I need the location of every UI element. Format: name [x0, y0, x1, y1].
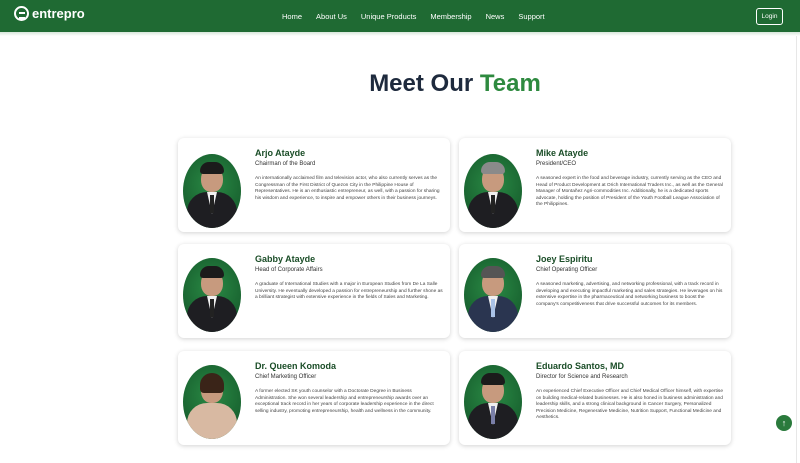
logo-text: entrepro	[32, 6, 85, 21]
top-navbar: entrepro Home About Us Unique Products M…	[0, 0, 800, 32]
member-description: An experienced Chief Executive Officer a…	[536, 389, 723, 420]
team-card-arjo-atayde: Arjo Atayde Chairman of the Board An int…	[178, 138, 450, 232]
member-role: Director for Science and Research	[536, 374, 628, 380]
nav-support[interactable]: Support	[518, 12, 544, 21]
member-name: Mike Atayde	[536, 148, 589, 158]
nav-unique-products[interactable]: Unique Products	[361, 12, 416, 21]
avatar	[183, 365, 241, 439]
member-description: A seasoned expert in the food and bevera…	[536, 176, 723, 207]
team-card-joey-espiritu: Joey Espiritu Chief Operating Officer A …	[459, 244, 731, 338]
team-card-queen-komoda: Dr. Queen Komoda Chief Marketing Officer…	[178, 351, 450, 445]
nav-news[interactable]: News	[486, 12, 505, 21]
member-name: Arjo Atayde	[255, 148, 306, 158]
member-description: A graduate of International Studies with…	[255, 282, 443, 300]
avatar	[183, 154, 241, 228]
scroll-to-top-button[interactable]: ↑	[776, 415, 792, 431]
member-role: Chief Operating Officer	[536, 267, 598, 273]
member-role: President/CEO	[536, 161, 577, 167]
arrow-up-icon: ↑	[781, 418, 787, 428]
member-name: Eduardo Santos, MD	[536, 361, 625, 371]
nav-membership[interactable]: Membership	[430, 12, 471, 21]
navbar-divider	[0, 32, 800, 36]
avatar	[183, 258, 241, 332]
member-role: Head of Corporate Affairs	[255, 267, 323, 273]
member-description: A seasoned marketing, advertising, and n…	[536, 282, 723, 307]
member-description: An internationally acclaimed film and te…	[255, 176, 440, 201]
team-card-gabby-atayde: Gabby Atayde Head of Corporate Affairs A…	[178, 244, 450, 338]
logo-icon	[14, 6, 29, 21]
brand-logo[interactable]: entrepro	[14, 6, 85, 21]
nav-about-us[interactable]: About Us	[316, 12, 347, 21]
member-description: A former elected SK youth counselor with…	[255, 389, 434, 414]
avatar	[464, 365, 522, 439]
nav-home[interactable]: Home	[282, 12, 302, 21]
login-button[interactable]: Login	[756, 8, 783, 25]
team-card-eduardo-santos: Eduardo Santos, MD Director for Science …	[459, 351, 731, 445]
member-role: Chief Marketing Officer	[255, 374, 317, 380]
avatar	[464, 154, 522, 228]
member-name: Joey Espiritu	[536, 254, 593, 264]
page-edge-divider	[796, 36, 797, 463]
member-name: Gabby Atayde	[255, 254, 316, 264]
main-nav: Home About Us Unique Products Membership…	[282, 0, 559, 32]
team-card-mike-atayde: Mike Atayde President/CEO A seasoned exp…	[459, 138, 731, 232]
page-title: Meet Our Team	[0, 70, 800, 98]
avatar	[464, 258, 522, 332]
title-part-1: Meet Our	[369, 70, 474, 97]
member-name: Dr. Queen Komoda	[255, 361, 337, 371]
title-part-2: Team	[479, 70, 541, 97]
member-role: Chairman of the Board	[255, 161, 316, 167]
